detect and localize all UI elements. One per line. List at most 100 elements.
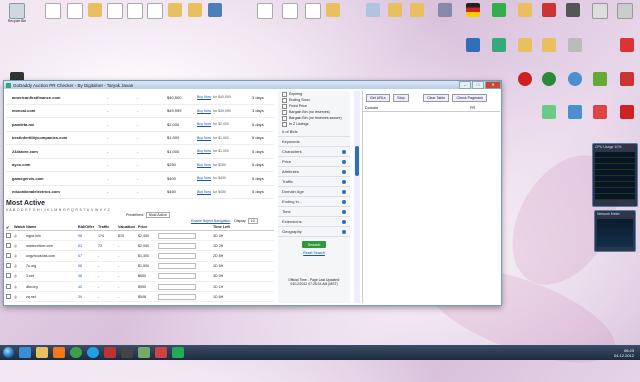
python-icon[interactable] (200, 3, 230, 33)
app-icon[interactable] (612, 72, 640, 102)
watch-eye-icon[interactable]: ◎ (14, 295, 26, 299)
chrome-icon[interactable] (70, 347, 82, 358)
table-row[interactable]: ◎ madecriticer.com 83 73 - $2,050 1D 2H (6, 241, 274, 252)
app-icon[interactable] (121, 347, 133, 358)
row-checkbox[interactable] (6, 242, 14, 249)
col-domain[interactable]: Domain (365, 106, 470, 110)
domain-link[interactable]: educationalelectrics.com (6, 189, 107, 194)
col-time-left[interactable]: Time Left (213, 225, 243, 229)
app-icon[interactable] (612, 105, 640, 135)
domain-link[interactable]: americanfirstfinance.com (6, 95, 107, 100)
bid-count[interactable]: 56 (78, 264, 98, 268)
domain-link[interactable]: ayco.com (6, 162, 107, 167)
col-traffic[interactable]: Traffic (98, 225, 118, 229)
domain-link[interactable]: gamegervis.com (6, 176, 107, 181)
row-checkbox[interactable] (6, 263, 14, 269)
bid-count[interactable]: 42 (78, 285, 98, 289)
expand-icon[interactable] (342, 149, 346, 154)
bid-count[interactable]: 46 (78, 274, 98, 278)
close-button[interactable]: ✕ (485, 81, 501, 89)
expand-icon[interactable] (342, 209, 346, 214)
domain-link[interactable]: dfw.org (26, 285, 78, 289)
domain-link[interactable]: 7u.org (26, 264, 78, 268)
buy-now-link[interactable]: Buy Now (197, 149, 211, 153)
network-meter-gadget[interactable]: Network Meter (594, 210, 636, 252)
row-checkbox[interactable] (6, 283, 14, 290)
col-name[interactable]: Name (26, 225, 78, 229)
table-row[interactable]: ◎ ungzhousnas.com 67- - $1,300 2D 8H (6, 251, 274, 262)
domain-link[interactable]: zq.net (26, 295, 78, 299)
domain-link[interactable]: ungzhousnas.com (26, 254, 78, 258)
filter-accordion-item[interactable]: Characters (278, 147, 350, 157)
filter-accordion-item[interactable]: Attributes (278, 167, 350, 177)
minimize-button[interactable]: – (459, 81, 471, 89)
buy-now-link[interactable]: Buy Now (197, 95, 211, 99)
row-checkbox[interactable] (6, 293, 14, 300)
filter-accordion-item[interactable]: Keywords (278, 137, 350, 147)
app-icon[interactable] (138, 347, 150, 358)
expand-icon[interactable] (342, 189, 346, 194)
row-checkbox[interactable] (6, 273, 14, 279)
folder-icon[interactable] (402, 3, 432, 33)
table-row[interactable]: bestinfertilitycompanies.com - - $1,500 Buy … (6, 132, 274, 145)
table-row[interactable]: ◎ dfw.org 42- - $950 1D 1H (6, 282, 274, 293)
col-bid-offer[interactable]: Bid/Offer (78, 225, 98, 229)
window-titlebar[interactable]: GoDaddy Auction PR Checker - By Digitaln… (4, 81, 501, 89)
expand-icon[interactable] (342, 169, 346, 174)
domain-link[interactable]: madecriticer.com (26, 244, 78, 248)
col-price[interactable]: Price (138, 225, 213, 229)
expand-icon[interactable] (342, 219, 346, 224)
scrollbar[interactable] (354, 91, 360, 303)
domain-link[interactable]: nqpa.info (26, 234, 78, 238)
bid-count[interactable]: 98 (78, 234, 98, 238)
start-button[interactable] (3, 347, 14, 358)
table-row[interactable]: 234store.com - - $1,000 Buy Now for $1,000 5 d… (6, 145, 274, 159)
bid-count[interactable]: 67 (78, 254, 98, 258)
domain-link[interactable]: 234store.com (6, 149, 107, 154)
predefined-select[interactable]: Most Active (145, 212, 170, 218)
get-urls-button[interactable]: Get URLs (366, 94, 390, 102)
col-pr[interactable]: PR (470, 106, 475, 110)
pagination-link[interactable]: Enable Reject Navigation (191, 219, 230, 223)
search-button[interactable]: Search (301, 241, 327, 248)
bid-input[interactable] (158, 293, 213, 300)
filter-accordion-item[interactable]: Time (278, 207, 350, 217)
table-row[interactable]: americanfirstfinance.com - - $40,500 Buy Now… (6, 91, 274, 105)
bid-count[interactable]: 83 (78, 244, 98, 248)
cpu-meter-gadget[interactable]: CPU Usage 10% (592, 143, 638, 207)
app-icon[interactable] (610, 3, 640, 33)
filter-accordion-item[interactable]: Domain Age (278, 187, 350, 197)
col-valuation[interactable]: Valuation (118, 225, 138, 229)
app-icon[interactable] (612, 38, 640, 68)
table-row[interactable]: moncai.com - - $49,999 Buy Now for $49,999 3 d… (6, 105, 274, 118)
expand-icon[interactable] (342, 199, 346, 204)
maximize-button[interactable]: □ (472, 81, 484, 89)
filter-accordion-item[interactable]: Geography (278, 227, 350, 237)
app-icon[interactable] (104, 347, 116, 358)
filter-accordion-item[interactable]: Extensions (278, 217, 350, 227)
ie-icon[interactable] (19, 347, 31, 358)
bid-input[interactable] (158, 232, 213, 239)
media-player-icon[interactable] (53, 347, 65, 358)
watch-eye-icon[interactable]: ◎ (14, 285, 26, 289)
reset-search-link[interactable]: Reset Search (303, 251, 325, 255)
recycle-bin-icon[interactable]: Recycle Bin (2, 3, 32, 33)
table-row[interactable]: ◎ 3.net 46- - $650 3D 9H (6, 272, 274, 282)
skype-icon[interactable] (87, 347, 99, 358)
check-pagerank-button[interactable]: Check Pagerank (452, 94, 488, 102)
domain-link[interactable]: bestinfertilitycompanies.com (6, 135, 107, 140)
watch-eye-icon[interactable]: ◎ (14, 244, 26, 248)
expand-icon[interactable] (342, 179, 346, 184)
row-checkbox[interactable] (6, 232, 14, 239)
table-row[interactable]: ◎ 7u.org 56- - $1,500 1D 5H (6, 262, 274, 272)
clear-table-button[interactable]: Clear Table (422, 94, 450, 102)
domain-link[interactable]: pandeta.me (6, 122, 107, 127)
col-watch[interactable]: Watch (14, 225, 26, 229)
filter-accordion-item[interactable]: Traffic (278, 177, 350, 187)
table-row[interactable]: ◎8.net36--$7502D 3H (6, 302, 274, 303)
bid-count[interactable]: 39 (78, 295, 98, 299)
bid-input[interactable] (158, 252, 213, 259)
filter-accordion-item[interactable]: Price (278, 157, 350, 167)
table-row[interactable]: pandeta.me - - $2,000 Buy Now for $2,000 5 day… (6, 118, 274, 132)
folder-icon[interactable] (318, 3, 348, 33)
